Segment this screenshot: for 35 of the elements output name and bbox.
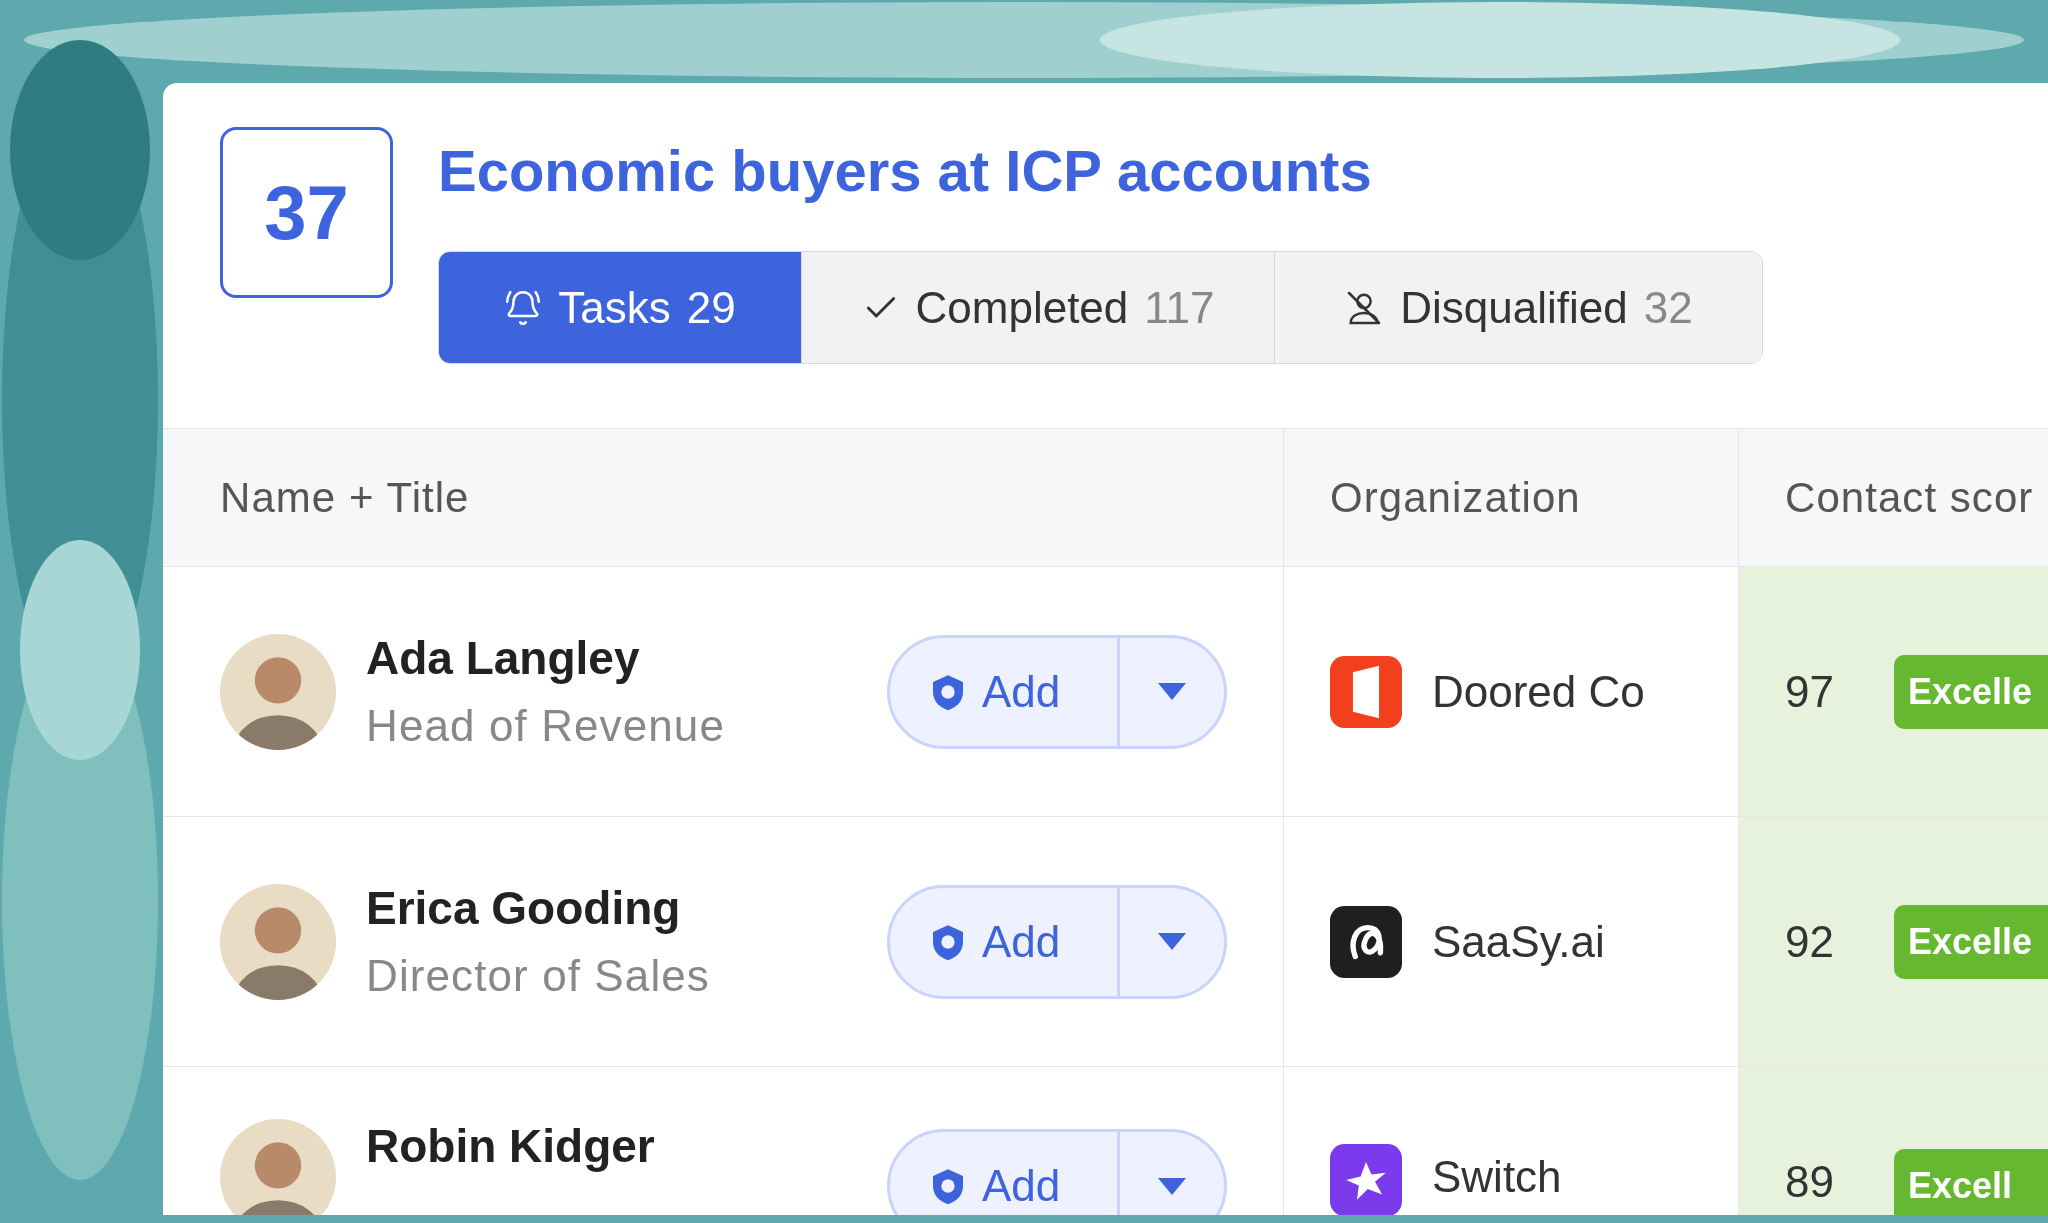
- contact-name: Erica Gooding: [366, 880, 682, 935]
- bell-icon: [504, 288, 543, 327]
- tab-count: 32: [1643, 281, 1693, 334]
- column-header: Name + Title: [220, 473, 470, 523]
- caret-icon: [1158, 933, 1186, 950]
- contact-name: Robin Kidger: [366, 1119, 656, 1173]
- contact-title: Head of Revenue: [366, 699, 726, 752]
- tab-label: Tasks: [558, 281, 671, 334]
- contact-title: Director of Sales: [366, 949, 711, 1002]
- count-badge: 37: [220, 127, 393, 298]
- caret-icon: [1158, 1177, 1186, 1195]
- column-header: Organization: [1330, 473, 1581, 523]
- filter-tab[interactable]: Tasks 29: [439, 252, 801, 363]
- filter-tab[interactable]: Completed 117: [801, 252, 1274, 363]
- list-title: Economic buyers at ICP accounts: [438, 137, 1373, 205]
- add-button[interactable]: Add: [890, 887, 1120, 996]
- contact-score: 92: [1785, 915, 1834, 968]
- organization-name: Doored Co: [1432, 665, 1645, 718]
- tab-label: Completed: [915, 281, 1129, 334]
- filter-tab[interactable]: Disqualified 32: [1274, 252, 1762, 363]
- contact-score: 97: [1785, 665, 1834, 718]
- tab-count: 117: [1144, 281, 1215, 334]
- contact-score: 89: [1785, 1156, 1834, 1208]
- add-button[interactable]: Add: [890, 1132, 1120, 1215]
- rating-badge: Excelle: [1893, 654, 2048, 729]
- caret-icon: [1158, 683, 1186, 700]
- tab-count: 29: [686, 281, 736, 334]
- organization-name: Switch: [1432, 1151, 1562, 1203]
- column-header: Contact scor: [1785, 473, 2034, 523]
- rating-badge: Excell: [1893, 1149, 2048, 1215]
- add-button[interactable]: Add: [890, 637, 1120, 746]
- organization-name: SaaSy.ai: [1432, 915, 1605, 968]
- contact-name: Ada Langley: [366, 630, 641, 685]
- tab-label: Disqualified: [1400, 281, 1628, 334]
- rating-badge: Excelle: [1893, 904, 2048, 979]
